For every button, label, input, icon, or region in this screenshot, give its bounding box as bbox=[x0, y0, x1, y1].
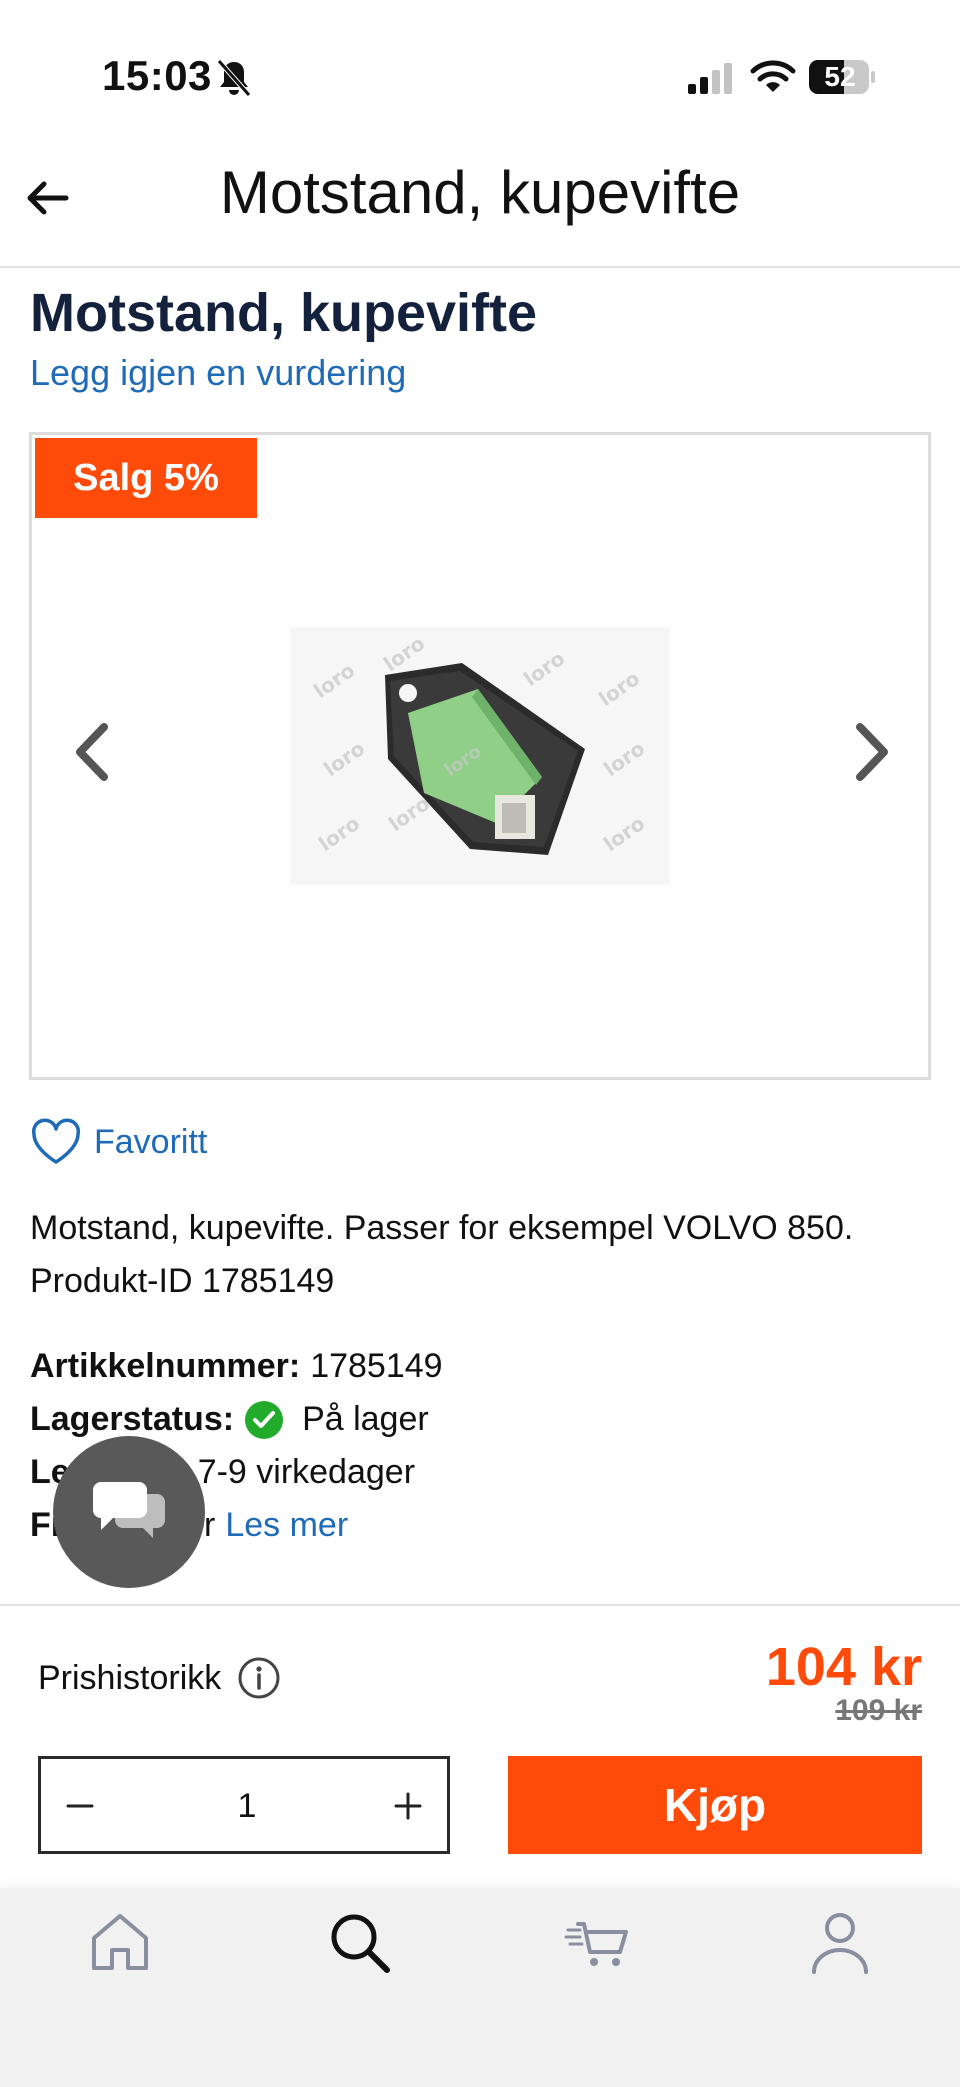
top-app-bar: Motstand, kupevifte bbox=[0, 150, 960, 268]
read-more-link[interactable]: Les mer bbox=[225, 1499, 348, 1552]
plus-icon[interactable] bbox=[389, 1787, 427, 1825]
home-icon[interactable] bbox=[84, 1906, 156, 1978]
info-icon bbox=[238, 1657, 280, 1699]
spec-value: 7-9 virkedager bbox=[197, 1453, 416, 1491]
price-history-label: Prishistorikk bbox=[38, 1658, 222, 1697]
favorite-button[interactable]: Favoritt bbox=[30, 1116, 207, 1168]
quantity-stepper: 1 bbox=[38, 1756, 450, 1854]
minus-icon[interactable] bbox=[61, 1787, 99, 1825]
chevron-right-icon[interactable] bbox=[848, 717, 896, 787]
product-title: Motstand, kupevifte bbox=[30, 283, 538, 343]
old-price: 109 kr bbox=[835, 1694, 922, 1727]
product-image-carousel[interactable]: Salg 5% loro loro loro loro loro loro lo… bbox=[29, 432, 931, 1080]
bottom-navigation bbox=[0, 1888, 960, 2087]
spec-row-article-number: Artikkelnummer: 1785149 bbox=[30, 1340, 443, 1393]
page-title: Motstand, kupevifte bbox=[219, 159, 741, 226]
chevron-left-icon[interactable] bbox=[68, 717, 116, 787]
status-bar: 15:03 52 bbox=[0, 0, 960, 150]
chat-bubbles-icon bbox=[93, 1482, 165, 1538]
current-price: 104 kr bbox=[765, 1637, 922, 1697]
cart-icon[interactable] bbox=[562, 1906, 634, 1978]
purchase-panel: Prishistorikk 104 kr 109 kr 1 Kjøp bbox=[0, 1604, 960, 1888]
check-circle-icon bbox=[245, 1400, 284, 1439]
spec-key: Artikkelnummer: bbox=[30, 1347, 301, 1385]
status-time: 15:03 bbox=[102, 52, 212, 99]
leave-review-link[interactable]: Legg igjen en vurdering bbox=[30, 352, 406, 394]
profile-icon[interactable] bbox=[804, 1906, 876, 1978]
search-icon[interactable] bbox=[323, 1906, 395, 1978]
spec-value: 1785149 bbox=[310, 1347, 443, 1385]
product-id-text: Produkt-ID 1785149 bbox=[30, 1262, 335, 1300]
product-image: loro loro loro loro loro loro loro loro … bbox=[290, 627, 670, 885]
spec-row-stock-status: Lagerstatus: På lager bbox=[30, 1393, 443, 1446]
product-description: Motstand, kupevifte. Passer for eksempel… bbox=[30, 1202, 930, 1308]
battery-level: 52 bbox=[824, 61, 856, 92]
bell-off-icon bbox=[217, 59, 251, 97]
price-history-button[interactable]: Prishistorikk bbox=[38, 1656, 281, 1700]
quantity-value[interactable]: 1 bbox=[197, 1787, 297, 1826]
favorite-label: Favoritt bbox=[94, 1122, 208, 1161]
description-text: Motstand, kupevifte. Passer for eksempel… bbox=[30, 1209, 854, 1247]
heart-icon bbox=[31, 1118, 81, 1164]
spec-value: På lager bbox=[302, 1400, 429, 1438]
chat-button[interactable] bbox=[53, 1436, 205, 1588]
sale-badge: Salg 5% bbox=[35, 438, 257, 518]
buy-button[interactable]: Kjøp bbox=[508, 1756, 922, 1854]
spec-value: r bbox=[204, 1506, 216, 1544]
wifi-icon bbox=[750, 60, 796, 92]
battery-indicator: 52 bbox=[808, 58, 876, 96]
signal-icon bbox=[688, 63, 732, 94]
